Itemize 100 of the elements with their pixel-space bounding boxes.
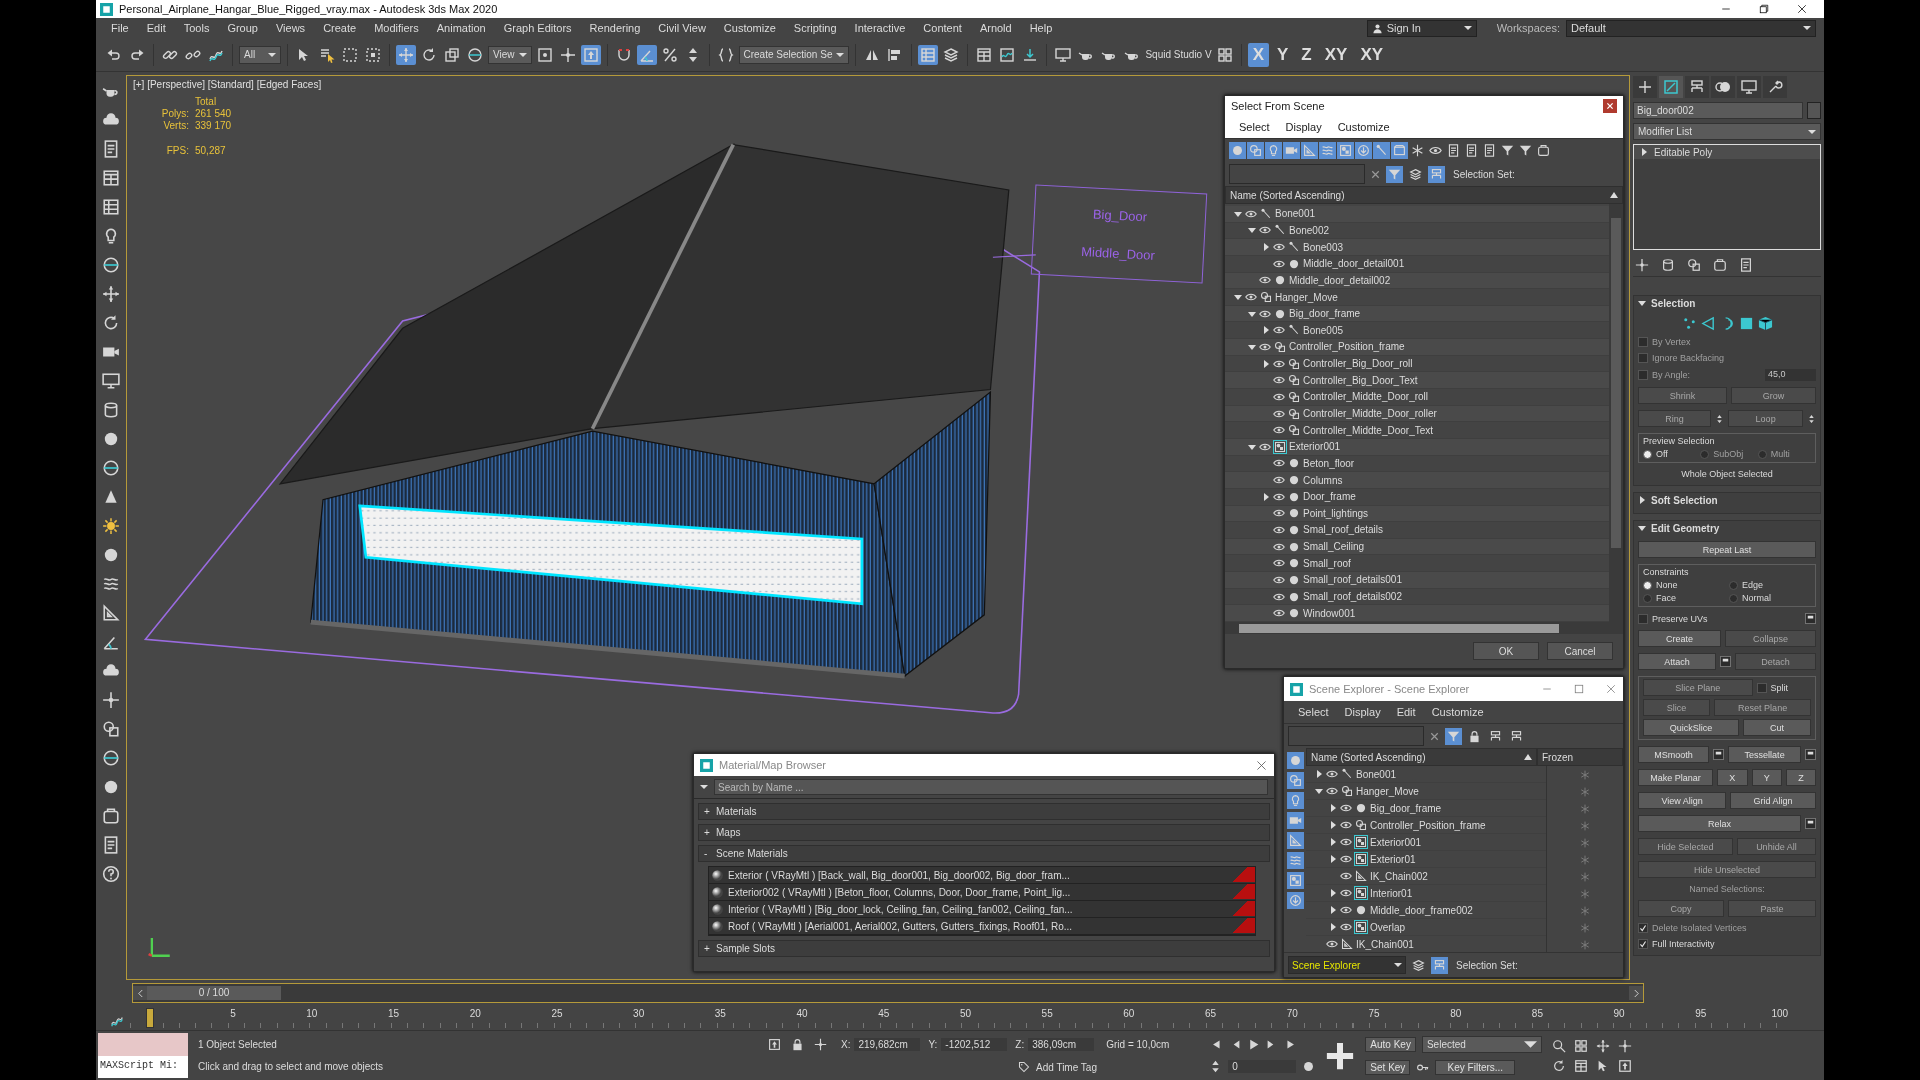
category-title[interactable]: Scene Materials bbox=[716, 848, 788, 859]
rollout-title[interactable]: Edit Geometry bbox=[1651, 522, 1720, 534]
tree-row[interactable]: Hanger_Move bbox=[1225, 289, 1609, 306]
menu-item[interactable]: Modifiers bbox=[365, 22, 428, 34]
tree-row[interactable]: Controller_Middte_Door_Text bbox=[1225, 422, 1609, 439]
menu-item[interactable]: Select bbox=[1292, 706, 1335, 718]
tree-row[interactable]: Exterior001 bbox=[1306, 834, 1546, 851]
tree-row[interactable]: Window001 bbox=[1225, 605, 1609, 622]
tree-row[interactable]: Interior01 bbox=[1306, 885, 1546, 902]
search-field[interactable]: Search by Name ... bbox=[714, 779, 1268, 795]
modifier-stack-item[interactable]: Editable Poly bbox=[1634, 145, 1820, 159]
menu-item[interactable]: Group bbox=[218, 22, 267, 34]
tree-row[interactable]: IK_Chain002 bbox=[1306, 868, 1546, 885]
category-title[interactable]: Maps bbox=[716, 827, 741, 838]
toolbar-dropdown[interactable]: Create Selection Se bbox=[738, 45, 850, 64]
menu-item[interactable]: Customize bbox=[714, 22, 785, 34]
menu-item[interactable]: Rendering bbox=[580, 22, 650, 34]
category-header[interactable]: + Sample Slots bbox=[698, 940, 1270, 957]
object-name[interactable]: Controller_Big_Door_Text bbox=[1303, 374, 1418, 386]
column-title[interactable]: Name (Sorted Ascending) bbox=[1230, 189, 1345, 201]
tree-row[interactable]: Controller_Middte_Door_roll bbox=[1225, 389, 1609, 406]
object-name[interactable]: Overlap bbox=[1370, 921, 1405, 933]
menu-item[interactable]: Edit bbox=[1390, 706, 1422, 718]
object-name[interactable]: Controller_Position_frame bbox=[1370, 819, 1486, 831]
auto-key-button[interactable]: Auto Key bbox=[1365, 1037, 1416, 1053]
object-name[interactable]: Controller_Middte_Door_roll bbox=[1303, 391, 1429, 403]
object-name[interactable]: Bone003 bbox=[1303, 241, 1344, 253]
menu-item[interactable]: Scripting bbox=[784, 22, 846, 34]
rollout-title[interactable]: Soft Selection bbox=[1651, 494, 1718, 506]
category-title[interactable]: Sample Slots bbox=[716, 943, 775, 954]
panel-button[interactable]: X bbox=[1717, 769, 1748, 786]
coordinate-field[interactable]: 219,682cm bbox=[854, 1038, 921, 1051]
material-item[interactable]: Roof ( VRayMtl ) [Aerial001, Aerial002, Gutters, Gutters_fixings, Roof01, Ro... bbox=[709, 918, 1255, 935]
frame-field[interactable]: 0 bbox=[1228, 1060, 1297, 1074]
time-slider-thumb[interactable]: 0 / 100 bbox=[147, 986, 281, 1000]
material-item[interactable]: Interior ( VRayMtl ) [Big_door_lock, Ceiling_fan, Ceiling_fan002, Ceiling_fan... bbox=[709, 901, 1255, 918]
object-name[interactable]: Exterior001 bbox=[1289, 441, 1341, 453]
material-name[interactable]: Interior ( VRayMtl ) [Big_door_lock, Ceiling_fan, Ceiling_fan002, Ceiling_fan... bbox=[728, 903, 1073, 915]
set-key-button[interactable]: Set Key bbox=[1365, 1059, 1411, 1075]
tree-row[interactable]: Bone003 bbox=[1225, 239, 1609, 256]
expand-sign[interactable]: + bbox=[704, 806, 712, 817]
panel-button[interactable]: Repeat Last bbox=[1638, 541, 1816, 558]
object-name[interactable]: Point_lightings bbox=[1303, 507, 1369, 519]
menu-item[interactable]: Help bbox=[1020, 22, 1062, 34]
tree-row[interactable]: Big_door_frame bbox=[1306, 800, 1546, 817]
tree-row[interactable]: Smal_roof_details bbox=[1225, 522, 1609, 539]
object-name[interactable]: Controller_Middte_Door_roller bbox=[1303, 408, 1437, 419]
object-name[interactable]: Bone001 bbox=[1356, 768, 1397, 780]
material-item[interactable]: Exterior002 ( VRayMtl ) [Beton_floor, Columns, Door, Door_frame, Point_lig... bbox=[709, 884, 1255, 901]
object-name[interactable]: Controller_Position_frame bbox=[1289, 341, 1405, 353]
tree-row[interactable]: Hanger_Move bbox=[1306, 783, 1546, 800]
expand-sign[interactable]: - bbox=[704, 848, 712, 859]
object-name[interactable]: Hanger_Move bbox=[1356, 785, 1419, 797]
menu-item[interactable]: Display bbox=[1338, 706, 1387, 718]
menu-item[interactable]: Tools bbox=[174, 22, 219, 34]
panel-button[interactable]: Attach bbox=[1638, 653, 1716, 670]
object-name[interactable]: Bone001 bbox=[1275, 208, 1316, 220]
menu-item[interactable]: Customize bbox=[1331, 121, 1396, 133]
object-name[interactable]: Controller_Big_Door_roll bbox=[1303, 358, 1413, 370]
tree-row[interactable]: Exterior01 bbox=[1306, 851, 1546, 868]
object-name[interactable]: Small_roof_details002 bbox=[1303, 591, 1402, 603]
object-name[interactable]: Small_roof bbox=[1303, 557, 1351, 569]
viewport-label[interactable]: [+] [Perspective] [Standard] [Edged Faces] bbox=[133, 79, 322, 90]
material-name[interactable]: Exterior ( VRayMtl ) [Back_wall, Big_door001, Big_door002, Big_door_fram... bbox=[728, 869, 1070, 881]
dialog-button[interactable]: Cancel bbox=[1547, 642, 1613, 660]
menu-item[interactable]: Customize bbox=[1425, 706, 1490, 718]
axis-constraint-button[interactable]: XY bbox=[1319, 42, 1353, 67]
object-name[interactable]: IK_Chain002 bbox=[1370, 870, 1428, 882]
object-name[interactable]: Big_door_frame bbox=[1289, 308, 1361, 320]
object-name[interactable]: Interior01 bbox=[1370, 887, 1413, 899]
object-name[interactable]: Middle_door_detail001 bbox=[1303, 258, 1405, 270]
object-name[interactable]: Bone005 bbox=[1303, 324, 1344, 336]
workspace-dropdown[interactable]: Default bbox=[1566, 19, 1816, 37]
tree-row[interactable]: Bone001 bbox=[1306, 766, 1546, 783]
tree-row[interactable]: Small_roof_details001 bbox=[1225, 572, 1609, 589]
key-filters-button[interactable]: Key Filters... bbox=[1435, 1059, 1516, 1075]
material-item[interactable]: Exterior ( VRayMtl ) [Back_wall, Big_door001, Big_door002, Big_door_fram... bbox=[709, 867, 1255, 884]
panel-button[interactable]: QuickSlice bbox=[1643, 719, 1740, 736]
category-title[interactable]: Materials bbox=[716, 806, 757, 817]
tree-row[interactable]: IK_Chain001 bbox=[1306, 936, 1546, 953]
panel-button[interactable]: MSmooth bbox=[1638, 746, 1710, 763]
object-name[interactable]: Middle_door_frame002 bbox=[1370, 904, 1473, 916]
menu-item[interactable]: Civil View bbox=[649, 22, 715, 34]
panel-button[interactable]: Grid Align bbox=[1730, 792, 1816, 809]
object-name[interactable]: Window001 bbox=[1303, 607, 1356, 619]
tree-row[interactable]: Controller_Big_Door_Text bbox=[1225, 372, 1609, 390]
key-mode-dropdown[interactable]: Selected bbox=[1421, 1036, 1542, 1054]
object-name[interactable]: Door_frame bbox=[1303, 491, 1356, 503]
object-name[interactable]: Exterior01 bbox=[1370, 853, 1416, 865]
panel-button[interactable]: Cut bbox=[1743, 719, 1811, 736]
object-name[interactable]: Small_Ceiling bbox=[1303, 541, 1365, 553]
tree-row[interactable]: Controller_Position_frame bbox=[1225, 339, 1609, 356]
toolbar-label[interactable]: Squid Studio V bbox=[1145, 49, 1212, 60]
menu-item[interactable]: Views bbox=[266, 22, 315, 34]
object-name[interactable]: Middle_door_detail002 bbox=[1289, 274, 1391, 286]
dialog-button[interactable]: OK bbox=[1473, 642, 1539, 660]
material-name[interactable]: Roof ( VRayMtl ) [Aerial001, Aerial002, Gutters, Gutters_fixings, Roof01, Ro... bbox=[728, 920, 1073, 932]
menu-item[interactable]: File bbox=[102, 22, 138, 34]
panel-button[interactable]: Y bbox=[1751, 769, 1782, 786]
object-name[interactable]: Columns bbox=[1303, 474, 1343, 486]
